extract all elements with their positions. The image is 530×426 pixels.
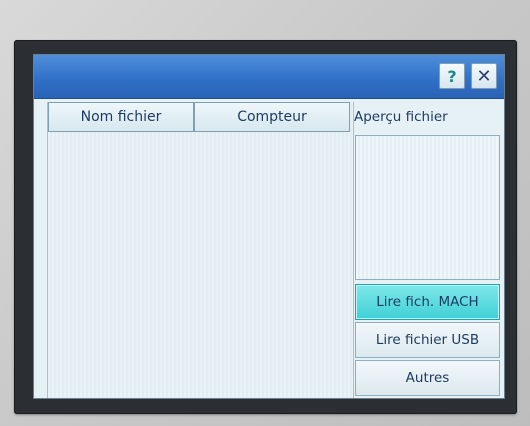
column-header-label: Nom fichier: [80, 109, 162, 125]
file-list[interactable]: [47, 102, 354, 398]
button-label: Lire fichier USB: [375, 332, 480, 348]
preview-title: Aperçu fichier: [354, 109, 448, 125]
file-preview-area: [355, 135, 500, 280]
read-machine-file-button[interactable]: Lire fich. MACH: [355, 284, 500, 320]
button-label: Autres: [405, 370, 450, 386]
read-usb-file-button[interactable]: Lire fichier USB: [355, 322, 500, 358]
button-label: Lire fich. MACH: [376, 294, 479, 310]
close-button[interactable]: ✕: [471, 63, 497, 89]
column-header-file-name[interactable]: Nom fichier: [48, 102, 194, 132]
touch-screen: ? ✕ Nom fichier Compteur Aperçu fichier …: [34, 55, 504, 398]
others-button[interactable]: Autres: [355, 360, 500, 396]
help-icon: ?: [447, 66, 457, 86]
help-button[interactable]: ?: [439, 63, 465, 89]
column-header-label: Compteur: [237, 109, 307, 125]
column-header-counter[interactable]: Compteur: [194, 102, 350, 132]
close-icon: ✕: [476, 65, 492, 87]
title-bar: ? ✕: [34, 55, 504, 99]
